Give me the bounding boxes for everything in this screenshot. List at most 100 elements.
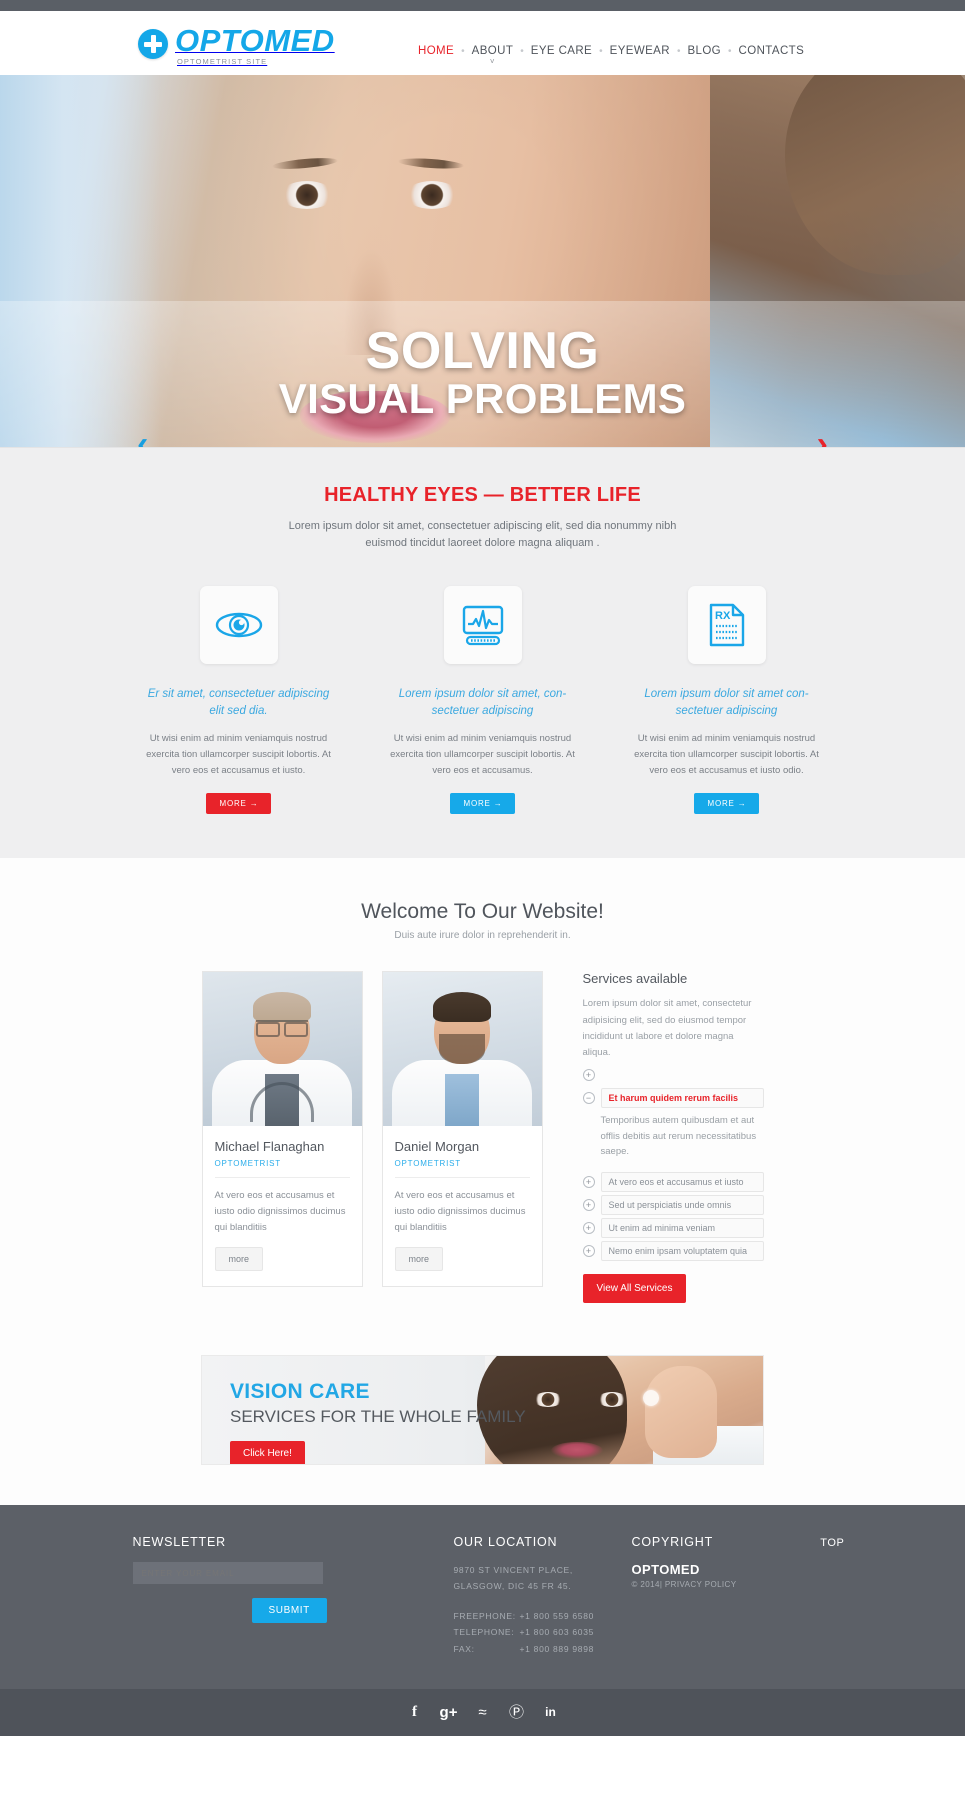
accordion-label: Sed ut perspiciatis unde omnis bbox=[600, 1194, 764, 1215]
promo-section: VISION CARE SERVICES FOR THE WHOLE FAMIL… bbox=[0, 1355, 965, 1506]
linkedin-icon[interactable]: in bbox=[542, 1706, 560, 1718]
nav-item-home[interactable]: HOME bbox=[418, 45, 454, 57]
accordion-label: Nemo enim ipsam voluptatem quia bbox=[600, 1240, 764, 1261]
newsletter-email-input[interactable] bbox=[132, 1562, 323, 1585]
logo-link[interactable]: OPTOMED OPTOMETRIST SITE bbox=[138, 25, 335, 66]
top-strip bbox=[0, 0, 965, 11]
doctor-photo bbox=[202, 972, 362, 1127]
doctor-more-button[interactable]: more bbox=[394, 1247, 444, 1272]
services-title: Services available bbox=[582, 971, 688, 987]
facebook-icon[interactable]: f bbox=[406, 1704, 424, 1720]
newsletter-title: NEWSLETTER bbox=[132, 1535, 226, 1550]
plus-icon[interactable]: + bbox=[582, 1175, 595, 1188]
pinterest-icon[interactable]: Ⓟ bbox=[508, 1705, 526, 1720]
accordion-label: Ut enim ad minima veniam bbox=[600, 1217, 764, 1238]
contact-lens-icon bbox=[643, 1390, 659, 1407]
nav-separator: • bbox=[461, 45, 465, 57]
accordion-item[interactable]: + Sed ut perspiciatis unde omnis bbox=[582, 1194, 764, 1215]
doctor-card: Daniel Morgan OPTOMETRIST At vero eos et… bbox=[381, 971, 543, 1288]
contact-label: FAX: bbox=[453, 1643, 475, 1654]
svg-text:RX: RX bbox=[715, 610, 731, 622]
features-section: HEALTHY EYES — BETTER LIFE Lorem ipsum d… bbox=[0, 447, 965, 859]
feature-subtitle: Er sit amet, consectetuer adipiscing eli… bbox=[147, 688, 330, 717]
minus-icon[interactable]: − bbox=[582, 1091, 595, 1104]
doctor-more-button[interactable]: more bbox=[214, 1247, 264, 1272]
feature-more-button[interactable]: MORE → bbox=[450, 793, 515, 815]
welcome-title: Welcome To Our Website! bbox=[361, 900, 604, 924]
contact-value: +1 800 889 9898 bbox=[519, 1643, 595, 1654]
address-line-2: GLASGOW, DIC 45 FR 45. bbox=[453, 1581, 572, 1592]
feature-text: Ut wisi enim ad minim veniamquis nostrud… bbox=[390, 733, 575, 776]
plus-icon[interactable]: + bbox=[582, 1198, 595, 1211]
accordion-body: Temporibus autem quibusdam et aut offlis… bbox=[600, 1115, 757, 1158]
copyright-column: COPYRIGHT OPTOMED © 2014| PRIVACY POLICY bbox=[632, 1535, 792, 1657]
welcome-header: Welcome To Our Website! Duis aute irure … bbox=[0, 900, 965, 941]
hero-caption: SOLVING VISUAL PROBLEMS bbox=[0, 325, 965, 420]
slider-prev-arrow[interactable]: ‹ bbox=[137, 427, 148, 447]
newsletter-submit-button[interactable]: SUBMIT bbox=[251, 1598, 327, 1624]
nav-item-about[interactable]: ABOUT ˅ bbox=[472, 45, 514, 66]
feature-column: RX Lorem ipsum dolor sit amet con-sectet… bbox=[632, 586, 822, 815]
accordion-item[interactable]: + At vero eos et accusamus et iusto bbox=[582, 1171, 764, 1192]
contact-label: FREEPHONE: bbox=[453, 1611, 516, 1622]
features-intro: Lorem ipsum dolor sit amet, consectetuer… bbox=[288, 520, 677, 550]
nav-item-blog[interactable]: BLOG bbox=[687, 45, 721, 57]
plus-icon[interactable]: + bbox=[582, 1244, 595, 1257]
plus-icon[interactable]: + bbox=[582, 1221, 595, 1234]
location-title: OUR LOCATION bbox=[453, 1535, 558, 1550]
welcome-subtitle: Duis aute irure dolor in reprehenderit i… bbox=[394, 930, 571, 942]
plus-icon[interactable]: + bbox=[582, 1068, 595, 1081]
accordion-item[interactable]: − Et harum quidem rerum facilis bbox=[582, 1087, 764, 1108]
nav-item-contacts[interactable]: CONTACTS bbox=[739, 45, 805, 57]
view-all-services-button[interactable]: View All Services bbox=[582, 1274, 687, 1304]
rss-icon[interactable]: ≈ bbox=[474, 1705, 492, 1720]
hero-slider: SOLVING VISUAL PROBLEMS ‹ › bbox=[0, 75, 965, 447]
services-panel: Services available Lorem ipsum dolor sit… bbox=[582, 971, 764, 1304]
chevron-down-icon: ˅ bbox=[489, 57, 495, 66]
nav-item-eyewear[interactable]: EYEWEAR bbox=[610, 45, 670, 57]
contact-row: TELEPHONE: +1 800 603 6035 bbox=[454, 1624, 604, 1640]
doctor-bio: At vero eos et accusamus et iusto odio d… bbox=[214, 1190, 346, 1233]
doctor-role: OPTOMETRIST bbox=[214, 1159, 350, 1179]
feature-more-button[interactable]: MORE → bbox=[206, 793, 271, 815]
social-bar: f g+ ≈ Ⓟ in bbox=[0, 1688, 965, 1736]
doctor-name: Michael Flanaghan bbox=[214, 1139, 325, 1155]
doctor-card: Michael Flanaghan OPTOMETRIST At vero eo… bbox=[201, 971, 363, 1288]
promo-heading: VISION CARE bbox=[230, 1380, 370, 1404]
page-root: OPTOMED OPTOMETRIST SITE HOME • ABOUT ˅ •… bbox=[0, 0, 965, 1736]
contact-label: TELEPHONE: bbox=[453, 1627, 515, 1638]
contact-row: FAX: +1 800 889 9898 bbox=[454, 1641, 604, 1657]
promo-subheading: SERVICES FOR THE WHOLE FAMILY bbox=[230, 1407, 526, 1427]
copyright-title: COPYRIGHT bbox=[631, 1535, 714, 1550]
newsletter-column: NEWSLETTER SUBMIT bbox=[132, 1535, 388, 1657]
welcome-section: Welcome To Our Website! Duis aute irure … bbox=[0, 858, 965, 1356]
welcome-columns: Michael Flanaghan OPTOMETRIST At vero eo… bbox=[0, 971, 965, 1304]
medical-cross-icon bbox=[138, 29, 168, 59]
feature-subtitle: Lorem ipsum dolor sit amet, con-sectetue… bbox=[398, 688, 567, 717]
feature-subtitle: Lorem ipsum dolor sit amet con-sectetuer… bbox=[644, 688, 809, 717]
main-navigation: HOME • ABOUT ˅ • EYE CARE • EYEWEAR • BLO… bbox=[418, 45, 805, 66]
ekg-monitor-icon bbox=[443, 586, 522, 665]
doctor-name: Daniel Morgan bbox=[394, 1139, 480, 1155]
contact-value: +1 800 559 6580 bbox=[519, 1611, 595, 1622]
prescription-rx-icon: RX bbox=[687, 586, 766, 665]
doctor-bio: At vero eos et accusamus et iusto odio d… bbox=[394, 1190, 526, 1233]
nav-item-eye-care[interactable]: EYE CARE bbox=[531, 45, 592, 57]
back-to-top-link[interactable]: TOP bbox=[820, 1537, 844, 1549]
accordion-item[interactable]: + Ut enim ad minima veniam bbox=[582, 1217, 764, 1238]
accordion-label: Et harum quidem rerum facilis bbox=[600, 1087, 764, 1108]
google-plus-icon[interactable]: g+ bbox=[440, 1705, 458, 1720]
contact-list: FREEPHONE: +1 800 559 6580 TELEPHONE: +1 8… bbox=[454, 1608, 604, 1656]
services-description: Lorem ipsum dolor sit amet, consectetur … bbox=[582, 998, 752, 1058]
nav-separator: • bbox=[599, 45, 603, 57]
slider-next-arrow[interactable]: › bbox=[817, 427, 828, 447]
copyright-text[interactable]: © 2014| PRIVACY POLICY bbox=[632, 1580, 792, 1589]
feature-more-button[interactable]: MORE → bbox=[694, 793, 759, 815]
promo-click-here-button[interactable]: Click Here! bbox=[230, 1441, 305, 1465]
features-columns: Er sit amet, consectetuer adipiscing eli… bbox=[0, 586, 965, 815]
contact-value: +1 800 603 6035 bbox=[519, 1627, 595, 1638]
feature-text: Ut wisi enim ad minim veniamquis nostrud… bbox=[146, 733, 331, 776]
site-footer: NEWSLETTER SUBMIT OUR LOCATION 9870 ST V… bbox=[0, 1505, 965, 1689]
accordion-item[interactable]: + bbox=[582, 1065, 764, 1084]
accordion-item[interactable]: + Nemo enim ipsam voluptatem quia bbox=[582, 1240, 764, 1261]
